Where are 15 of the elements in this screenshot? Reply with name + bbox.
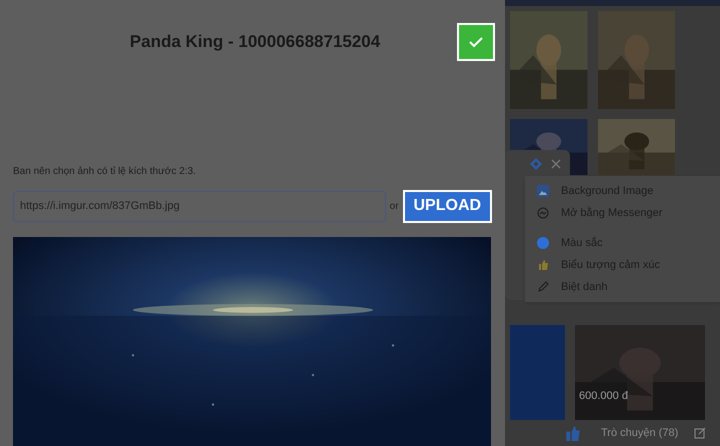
confirm-button[interactable] <box>457 23 495 61</box>
thumbs-up-icon[interactable] <box>565 425 581 441</box>
url-field[interactable]: https://i.imgur.com/837GmBb.jpg <box>13 190 386 222</box>
dialog-title: Panda King - 100006688715204 <box>128 31 382 54</box>
thumbs-up-icon <box>537 259 549 271</box>
image-icon <box>537 185 549 197</box>
close-icon[interactable] <box>550 158 562 170</box>
price-label: 600.000 đ <box>579 388 628 404</box>
messenger-icon <box>537 207 549 219</box>
upload-button[interactable]: UPLOAD <box>402 190 492 222</box>
hint-text: Ban nên chọn ảnh có tỉ lệ kích thước 2:3. <box>13 165 197 179</box>
chat-bar-label[interactable]: Trò chuyện (78) <box>601 424 678 442</box>
pencil-icon <box>537 281 549 293</box>
compose-icon[interactable] <box>694 427 706 439</box>
or-label: or <box>390 200 399 214</box>
